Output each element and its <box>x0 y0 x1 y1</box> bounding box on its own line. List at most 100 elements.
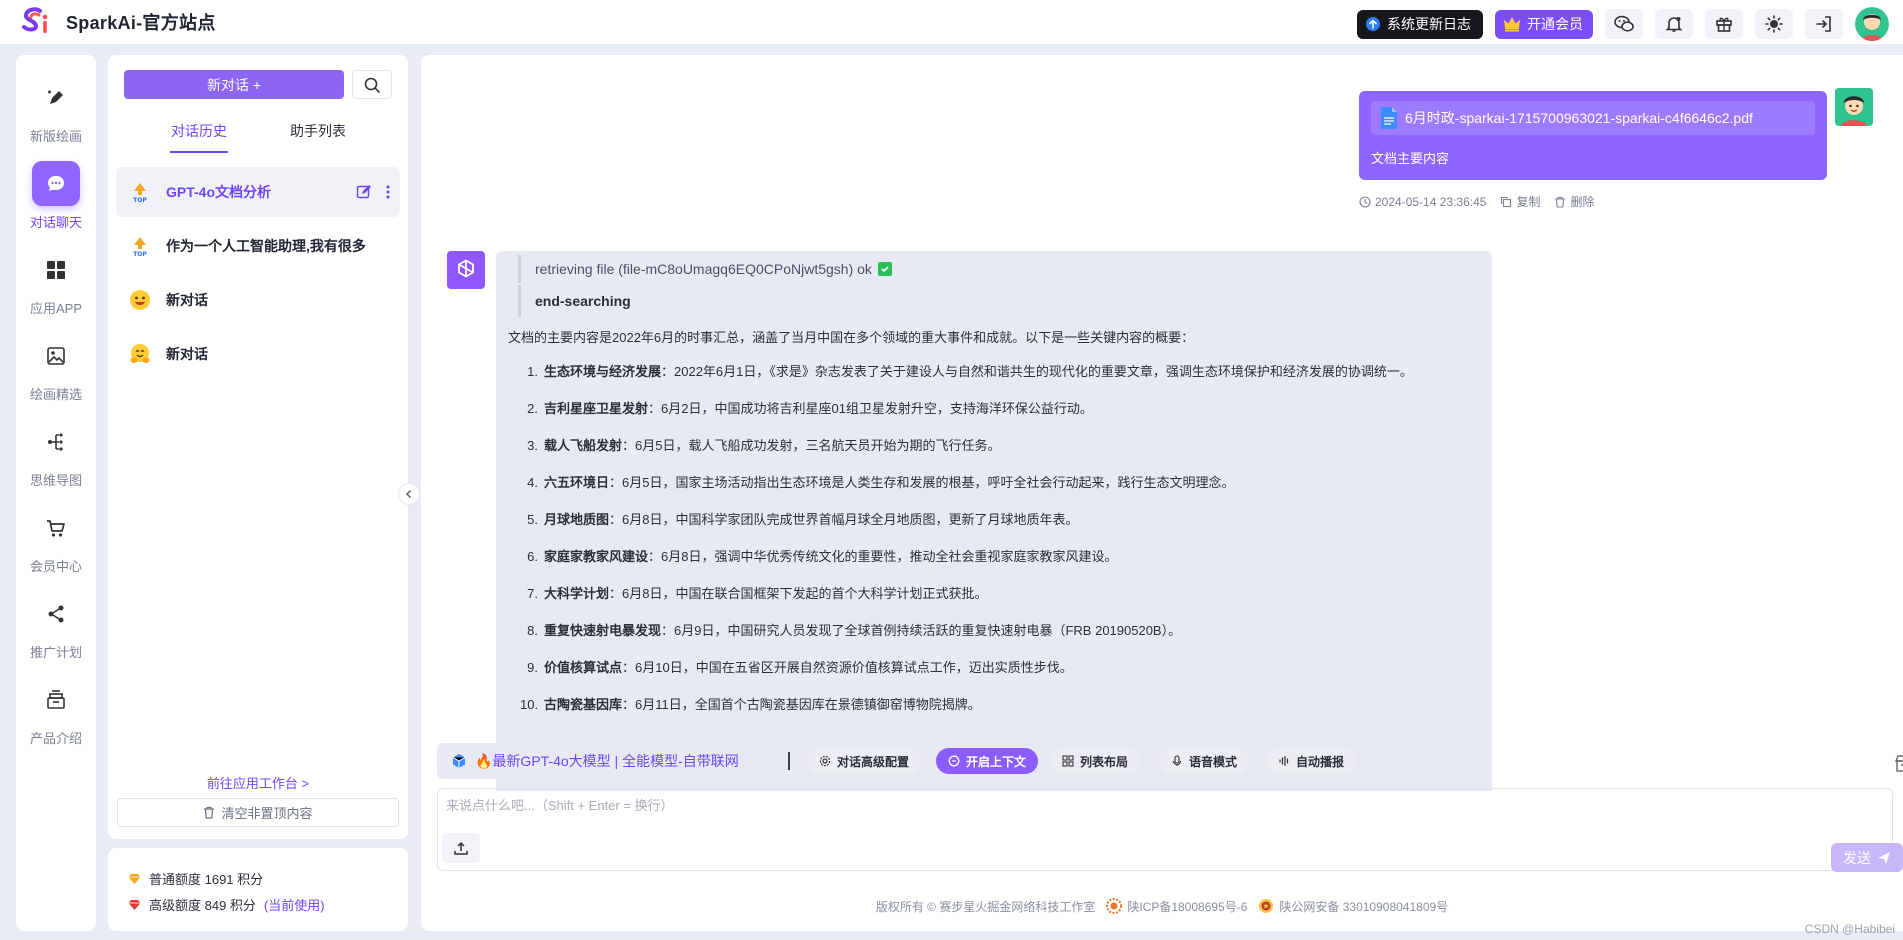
sun-icon <box>1765 15 1783 33</box>
theme-toggle-button[interactable] <box>1755 9 1793 39</box>
copy-icon <box>1501 196 1512 207</box>
icp-link[interactable]: 陕ICP备18008695号-6 <box>1105 897 1247 915</box>
edit-icon[interactable] <box>356 184 372 200</box>
user-message-text: 文档主要内容 <box>1371 151 1450 166</box>
grid-icon <box>47 260 65 279</box>
clear-label: 清空非置顶内容 <box>221 806 313 821</box>
svg-text:TOP: TOP <box>133 197 147 203</box>
assistant-intro: 文档的主要内容是2022年6月的时事汇总，涵盖了当月中国在多个领域的重大事件和成… <box>508 330 1195 345</box>
assistant-message: retrieving file (file-mC8oUmagq6EQ0CPoNj… <box>496 251 1492 791</box>
send-button[interactable]: 发送 <box>1831 843 1903 872</box>
conversation-title: 新对话 <box>166 292 208 308</box>
conversation-item[interactable]: 新对话 <box>116 275 400 325</box>
rail-item-promotion[interactable]: 推广计划 <box>16 571 96 661</box>
logo-icon[interactable] <box>18 5 52 39</box>
credit-advanced: 高级额度 849 积分 (当前使用) <box>128 895 325 914</box>
upload-button[interactable] <box>442 833 480 863</box>
rail-item-draw-new[interactable]: 新版绘画 <box>16 55 96 145</box>
conversation-item[interactable]: TOP 作为一个人工智能助理,我有很多 <box>116 221 400 271</box>
conversation-title: 作为一个人工智能助理,我有很多 <box>166 238 366 254</box>
left-rail: 新版绘画 对话聊天 应用APP 绘画精选 思维导图 会员中心 推广计划 产品介绍 <box>16 55 96 931</box>
top-actions: 系统更新日志 开通会员 <box>1357 7 1889 41</box>
toolbar-divider <box>788 752 790 770</box>
tab-history[interactable]: 对话历史 <box>171 121 227 141</box>
user-avatar[interactable] <box>1855 7 1889 41</box>
delete-button[interactable]: 删除 <box>1554 193 1594 210</box>
goto-workbench-link[interactable]: 前往应用工作台 > <box>108 773 408 792</box>
check-icon <box>877 262 892 276</box>
vip-button[interactable]: 开通会员 <box>1495 9 1593 39</box>
tab-underline <box>170 151 228 153</box>
changelog-button[interactable]: 系统更新日志 <box>1357 9 1483 39</box>
share-icon <box>48 605 64 622</box>
retrieve-status: retrieving file (file-mC8oUmagq6EQ0CPoNj… <box>518 255 1480 283</box>
chat-bubble-icon <box>48 175 64 191</box>
avatar-icon <box>1855 7 1889 41</box>
trash-icon <box>204 806 215 819</box>
more-vertical-icon[interactable] <box>386 184 390 200</box>
rail-item-member[interactable]: 会员中心 <box>16 485 96 575</box>
list-item: 5. 月球地质图：6月8日，中国科学家团队完成世界首幅月球全月地质图，更新了月球地… <box>527 512 1079 527</box>
current-use-link[interactable]: (当前使用) <box>264 895 325 914</box>
diamond-gold-icon <box>128 873 141 884</box>
list-item: 7. 大科学计划：6月8日，中国在联合国框架下发起的首个大科学计划正式获批。 <box>527 586 988 601</box>
voice-mode-button[interactable]: 语音模式 <box>1159 748 1250 774</box>
copy-button[interactable]: 复制 <box>1500 193 1540 210</box>
microphone-icon <box>1172 755 1182 766</box>
user-message: 6月时政-sparkai-1715700963021-sparkai-c4f66… <box>1359 91 1827 180</box>
chat-circle-icon <box>948 755 960 767</box>
model-selector[interactable]: 🔥最新GPT-4o大模型 | 全能模型-自带联网 <box>437 743 777 779</box>
new-chat-button[interactable]: 新对话 + <box>124 70 344 99</box>
clear-unpinned-button[interactable]: 清空非置顶内容 <box>117 798 399 827</box>
app-store-button[interactable] <box>1889 748 1903 778</box>
rail-item-product[interactable]: 产品介绍 <box>16 657 96 747</box>
list-item: 8. 重复快速射电暴发现：6月9日，中国研究人员发现了全球首例持续活跃的重复快速射… <box>527 623 1182 638</box>
top-bar: SparkAi-官方站点 系统更新日志 开通会员 <box>0 0 1903 44</box>
hug-emoji-icon <box>130 344 150 363</box>
gift-icon <box>1716 17 1732 32</box>
advanced-config-button[interactable]: 对话高级配置 <box>807 748 922 774</box>
rail-item-apps[interactable]: 应用APP <box>16 227 96 317</box>
chat-toolbar: 🔥最新GPT-4o大模型 | 全能模型-自带联网 对话高级配置 开启上下文 列表… <box>437 743 1903 779</box>
conversation-item[interactable]: 新对话 <box>116 329 400 379</box>
logout-button[interactable] <box>1805 9 1843 39</box>
notification-button[interactable] <box>1655 9 1693 39</box>
gift-button[interactable] <box>1705 9 1743 39</box>
diamond-red-icon <box>128 899 141 910</box>
svg-text:TOP: TOP <box>133 251 147 257</box>
assistant-list: 1. 生态环境与经济发展：2022年6月1日，《求是》杂志发表了关于建设人与自然和… <box>508 353 1480 723</box>
trash-icon <box>1555 196 1566 208</box>
chevron-left-icon <box>406 490 411 498</box>
police-link[interactable]: 陕公网安备 33010908041809号 <box>1257 897 1448 915</box>
context-toggle-button[interactable]: 开启上下文 <box>936 748 1039 774</box>
police-badge-icon <box>1259 899 1274 913</box>
conversation-panel: 新对话 + 对话历史 助手列表 TOP GPT-4o文档分析 TOP 作为一个人… <box>108 55 408 839</box>
file-attachment[interactable]: 6月时政-sparkai-1715700963021-sparkai-c4f66… <box>1371 101 1815 135</box>
smiley-emoji-icon <box>130 290 150 310</box>
gear-icon <box>819 755 831 767</box>
conversation-title: 新对话 <box>166 346 208 362</box>
list-item: 10. 古陶瓷基因库：6月11日，全国首个古陶瓷基因库在景德镇御窑博物院揭牌。 <box>520 697 981 712</box>
rail-item-mindmap[interactable]: 思维导图 <box>16 399 96 489</box>
conversation-title: GPT-4o文档分析 <box>166 184 272 200</box>
rail-item-gallery[interactable]: 绘画精选 <box>16 313 96 403</box>
upload-icon <box>454 841 468 855</box>
auto-play-button[interactable]: 自动播报 <box>1266 748 1357 774</box>
credit-normal: 普通额度 1691 积分 <box>128 869 263 888</box>
assistant-avatar <box>447 251 485 289</box>
wechat-button[interactable] <box>1605 9 1643 39</box>
copyright-text: 版权所有 © 赛步星火掘金网络科技工作室 <box>875 899 1096 914</box>
avatar-icon <box>1835 88 1873 126</box>
clock-icon <box>1359 195 1371 208</box>
layout-grid-icon <box>1062 755 1074 767</box>
message-input[interactable] <box>446 795 1446 825</box>
rail-item-chat[interactable]: 对话聊天 <box>16 141 96 231</box>
tab-assistants[interactable]: 助手列表 <box>290 121 346 141</box>
collapse-sidebar-button[interactable] <box>398 483 420 505</box>
sound-wave-icon <box>1279 755 1289 767</box>
conversation-item[interactable]: TOP GPT-4o文档分析 <box>116 167 400 217</box>
list-layout-button[interactable]: 列表布局 <box>1050 748 1141 774</box>
list-item: 1. 生态环境与经济发展：2022年6月1日，《求是》杂志发表了关于建设人与自然和… <box>527 364 1413 379</box>
search-button[interactable] <box>352 70 392 99</box>
vip-label: 开通会员 <box>1527 16 1583 32</box>
